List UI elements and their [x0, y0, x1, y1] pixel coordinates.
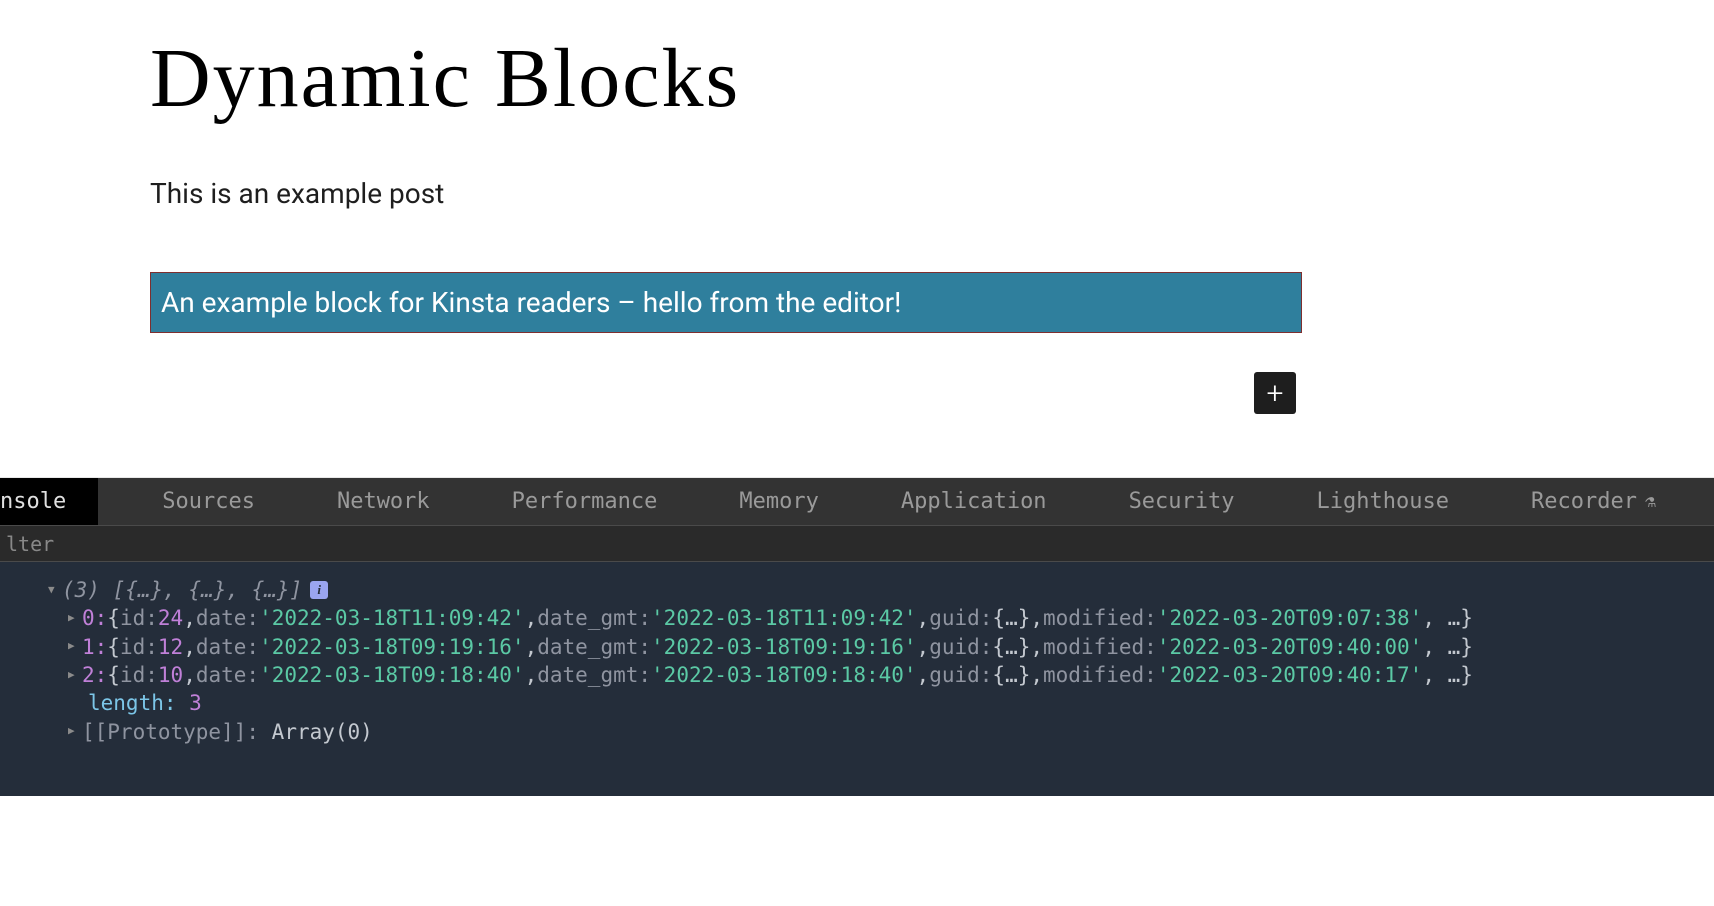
page-title[interactable]: Dynamic Blocks	[150, 30, 1564, 127]
post-paragraph[interactable]: This is an example post	[150, 177, 1564, 210]
disclosure-right-icon[interactable]	[68, 668, 82, 683]
console-array-entry[interactable]: 0: {id: 24, date: '2022-03-18T11:09:42',…	[48, 604, 1714, 632]
tab-performance[interactable]: Performance	[494, 478, 676, 525]
disclosure-down-icon[interactable]	[48, 583, 62, 598]
console-array-summary[interactable]: (3) [{…}, {…}, {…}] i	[48, 576, 1714, 604]
info-icon[interactable]: i	[310, 581, 328, 599]
tab-security[interactable]: Security	[1111, 478, 1253, 525]
tab-application[interactable]: Application	[883, 478, 1065, 525]
tab-console[interactable]: nsole	[0, 478, 98, 525]
console-array-entry[interactable]: 1: {id: 12, date: '2022-03-18T09:19:16',…	[48, 633, 1714, 661]
add-block-button[interactable]: +	[1254, 372, 1296, 414]
console-filter[interactable]: lter	[0, 526, 1714, 562]
disclosure-right-icon[interactable]	[68, 639, 82, 654]
devtools-panel: nsole Sources Network Performance Memory…	[0, 478, 1714, 796]
console-array-length[interactable]: length: 3	[48, 689, 1714, 717]
tab-memory[interactable]: Memory	[721, 478, 836, 525]
tab-network[interactable]: Network	[319, 478, 448, 525]
beaker-icon: ⚗	[1645, 491, 1656, 512]
disclosure-right-icon[interactable]	[68, 724, 82, 739]
console-array-entry[interactable]: 2: {id: 10, date: '2022-03-18T09:18:40',…	[48, 661, 1714, 689]
editor-area: Dynamic Blocks This is an example post A…	[0, 0, 1714, 478]
devtools-tabs: nsole Sources Network Performance Memory…	[0, 478, 1714, 526]
disclosure-right-icon[interactable]	[68, 611, 82, 626]
plus-icon: +	[1267, 376, 1284, 411]
tab-lighthouse[interactable]: Lighthouse	[1299, 478, 1467, 525]
tab-recorder[interactable]: Recorder ⚗	[1513, 478, 1674, 525]
example-block[interactable]: An example block for Kinsta readers – he…	[150, 272, 1302, 333]
tab-sources[interactable]: Sources	[144, 478, 273, 525]
console-output: (3) [{…}, {…}, {…}] i 0: {id: 24, date: …	[0, 562, 1714, 796]
console-array-prototype[interactable]: [[Prototype]]: Array(0)	[48, 718, 1714, 746]
